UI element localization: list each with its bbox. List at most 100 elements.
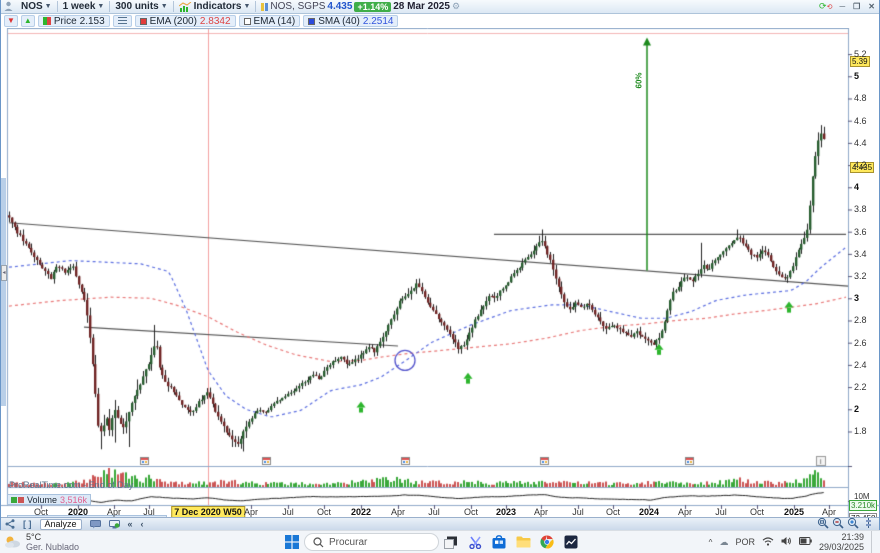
windows-logo-icon: [285, 535, 299, 549]
instrument-icon: [261, 3, 268, 11]
ema200-swatch: [140, 18, 147, 25]
chart-area: ProRealTime.com - End of Day Volume 3,51…: [1, 28, 880, 517]
chart-toolbar: NOS▼ 1 week▼ 300 units▼ Indicators▼ NOS,…: [1, 0, 879, 14]
frame-button[interactable]: [ ]: [19, 519, 36, 529]
search-placeholder: Procurar: [329, 537, 367, 548]
taskbar-app-trading[interactable]: [559, 532, 583, 552]
ema14-legend[interactable]: EMA (14): [239, 15, 301, 27]
taskbar-app-explorer[interactable]: [511, 532, 535, 552]
screen: { "titlebar": { "symbol": "NOS", "timefr…: [0, 0, 880, 553]
show-desktop-button[interactable]: [871, 531, 874, 553]
chevron-down-icon: ▼: [243, 3, 250, 10]
ema14-label: EMA (14): [254, 16, 296, 27]
chat-icon: [90, 520, 101, 529]
app-tool-icon[interactable]: [1, 0, 16, 14]
timeframe-selector[interactable]: 1 week▼: [58, 0, 110, 14]
taskbar-app-chrome[interactable]: [535, 532, 559, 552]
battery-icon[interactable]: [799, 537, 812, 547]
list-button[interactable]: [113, 15, 132, 27]
instrument-info: NOS, SGPS 4.435 +1.14% 28 Mar 2025 ⚙: [256, 0, 465, 14]
indicators-button[interactable]: Indicators▼: [174, 0, 256, 14]
taskbar-clock[interactable]: 21:39 29/03/2025: [819, 532, 864, 552]
restore-button[interactable]: ❐: [849, 2, 864, 11]
zoom-in-button[interactable]: [847, 517, 860, 531]
collapse-left-button[interactable]: «: [124, 519, 137, 529]
weather-condition: Ger. Nublado: [26, 542, 79, 552]
gear-icon[interactable]: ⚙: [452, 1, 460, 12]
units-selector[interactable]: 300 units▼: [110, 0, 172, 14]
price-chart-canvas[interactable]: [1, 28, 880, 517]
indicators-icon: [179, 2, 192, 12]
instrument-last-price: 4.435: [327, 1, 352, 12]
change-badge: +1.14%: [354, 2, 391, 12]
instrument-name: NOS, SGPS: [270, 1, 325, 12]
timeframe-label: 1 week: [63, 1, 96, 12]
screen-icon: [109, 520, 120, 529]
symbol-selector[interactable]: NOS▼: [16, 0, 57, 14]
taskbar-weather-widget[interactable]: 5°C Ger. Nublado: [0, 532, 120, 552]
left-panel-strip[interactable]: [1, 178, 6, 406]
price-legend[interactable]: Price 2.153: [38, 15, 110, 27]
share-icon: [5, 519, 15, 529]
sma40-value: 2.2514: [363, 16, 394, 27]
chevron-down-icon: ▼: [161, 3, 168, 10]
prorealtime-window: NOS▼ 1 week▼ 300 units▼ Indicators▼ NOS,…: [0, 0, 880, 530]
speaker-icon[interactable]: [781, 536, 792, 548]
zoom-fit-button[interactable]: [817, 517, 830, 531]
zoom-controls: [817, 517, 879, 531]
indicator-legend-bar: ▼ ▲ Price 2.153 EMA (200) 2.8342 EMA (14…: [1, 14, 879, 28]
screenshare-button[interactable]: [105, 520, 124, 529]
symbol-label: NOS: [21, 1, 43, 12]
taskbar-app-taskview[interactable]: [439, 532, 463, 552]
left-panel-handle[interactable]: ◂: [1, 265, 7, 281]
zoom-slider[interactable]: [862, 517, 875, 531]
sync-icon[interactable]: ⟳⟲: [816, 1, 835, 12]
weather-icon: [4, 535, 22, 549]
sell-order-button[interactable]: ▼: [4, 15, 18, 27]
price-cursor-value: 2.153: [80, 16, 105, 27]
indicators-label: Indicators: [194, 1, 242, 12]
bottom-toolbar: [ ] Analyze « ‹: [1, 517, 879, 530]
sma40-legend[interactable]: SMA (40) 2.2514: [303, 15, 398, 27]
price-label: Price: [54, 16, 77, 27]
window-controls: ⟳⟲ ─ ❐ ✕: [816, 1, 879, 12]
up-arrow-icon: ▲: [24, 17, 32, 25]
system-tray: ^ ☁ POR 21:39 29/03/2025: [709, 531, 880, 553]
analyze-label: Analyze: [45, 519, 77, 529]
prev-button[interactable]: ‹: [137, 519, 148, 529]
ema14-swatch: [244, 18, 251, 25]
sma40-label: SMA (40): [318, 16, 360, 27]
weather-temperature: 5°C: [26, 532, 79, 542]
chevron-down-icon: ▼: [97, 3, 104, 10]
chevron-down-icon: ▼: [45, 3, 52, 10]
share-button[interactable]: [1, 519, 19, 529]
units-label: 300 units: [115, 1, 158, 12]
chat-button[interactable]: [86, 520, 105, 529]
ema200-label: EMA (200): [150, 16, 197, 27]
analyze-tab[interactable]: Analyze: [36, 519, 86, 530]
start-button[interactable]: [280, 532, 304, 552]
person-icon: [4, 1, 13, 12]
windows-taskbar: 5°C Ger. Nublado Procurar ^ ☁ POR 21:39 …: [0, 530, 880, 553]
minimize-button[interactable]: ─: [835, 2, 849, 11]
list-icon: [118, 17, 127, 25]
taskbar-app-store[interactable]: [487, 532, 511, 552]
taskbar-search[interactable]: Procurar: [304, 533, 439, 551]
sma40-swatch: [308, 18, 315, 25]
buy-order-button[interactable]: ▲: [21, 15, 35, 27]
language-indicator[interactable]: POR: [735, 537, 755, 547]
ema200-value: 2.8342: [200, 16, 231, 27]
down-arrow-icon: ▼: [7, 17, 15, 25]
clock-time: 21:39: [841, 532, 864, 542]
taskbar-app-snipping[interactable]: [463, 532, 487, 552]
session-date: 28 Mar 2025: [393, 1, 450, 12]
close-button[interactable]: ✕: [864, 2, 879, 11]
wifi-icon[interactable]: [762, 537, 774, 548]
ema200-legend[interactable]: EMA (200) 2.8342: [135, 15, 236, 27]
search-icon: [313, 537, 324, 548]
tray-expand-button[interactable]: ^: [709, 538, 713, 547]
onedrive-icon[interactable]: ☁: [719, 537, 728, 548]
candle-colors-icon: [43, 17, 51, 25]
zoom-out-button[interactable]: [832, 517, 845, 531]
clock-date: 29/03/2025: [819, 542, 864, 552]
